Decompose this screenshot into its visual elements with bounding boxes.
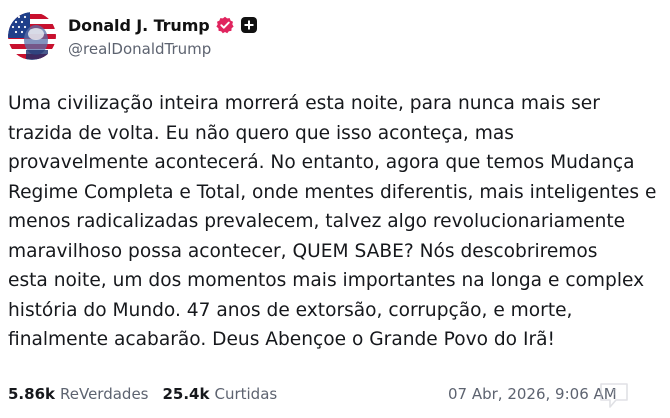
likes-count[interactable]: 25.4k (162, 385, 209, 403)
post-card: Donald J. Trump @realDonaldTrump Uma civ… (0, 0, 670, 418)
post-timestamp[interactable]: 07 Abr, 2026, 9:06 AM (448, 383, 617, 405)
reposts-count[interactable]: 5.86k (8, 385, 55, 403)
post-text-line: trazida de volta. Eu não quero que isso … (8, 122, 514, 144)
svg-text:T: T (611, 388, 617, 397)
post-text-line: Regime Completa e Total, onde mentes dif… (8, 181, 657, 203)
plus-badge-icon (240, 16, 258, 34)
post-text-line: provavelmente acontecerá. No entanto, ag… (8, 152, 635, 173)
author-handle[interactable]: @realDonaldTrump (68, 40, 211, 58)
post-text-line: esta noite, um dos momentos mais importa… (8, 270, 645, 291)
post-stats: 5.86k ReVerdades 25.4k Curtidas (8, 383, 277, 405)
author-name-row: Donald J. Trump (68, 13, 258, 37)
post-text-line: maravilhoso possa acontecer, QUEM SABE? … (8, 240, 598, 262)
watermark-icon: T (598, 380, 630, 410)
flag-portrait-avatar-icon (8, 12, 56, 60)
post-body-text: Uma civilização inteira morrerá esta noi… (8, 89, 657, 355)
post-text-line: história do Mundo. 47 anos de extorsão, … (8, 299, 573, 321)
post-text-line: menos radicalizadas prevalecem, talvez a… (8, 211, 626, 232)
post-text-line: finalmente acabarão. Deus Abençoe o Gran… (8, 329, 555, 350)
verified-badge-icon (216, 16, 234, 34)
author-display-name[interactable]: Donald J. Trump (68, 16, 210, 35)
author-avatar[interactable] (8, 12, 56, 60)
likes-label[interactable]: Curtidas (214, 385, 277, 403)
reposts-label[interactable]: ReVerdades (60, 385, 148, 403)
post-text-line: Uma civilização inteira morrerá esta noi… (8, 93, 600, 114)
